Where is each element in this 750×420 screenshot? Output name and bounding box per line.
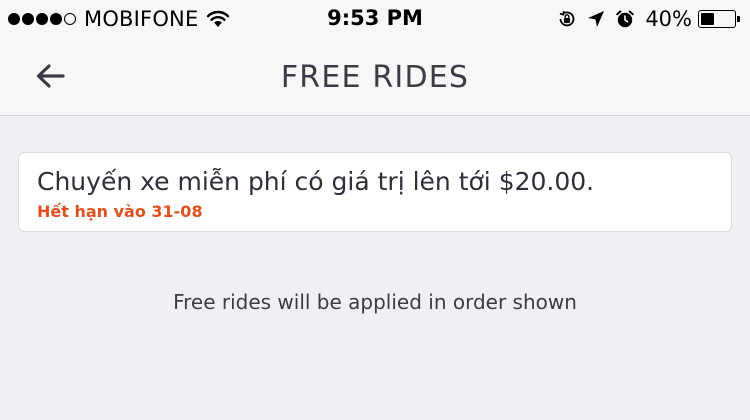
battery-icon	[698, 10, 740, 28]
location-arrow-icon	[588, 11, 605, 27]
alarm-icon	[616, 10, 635, 28]
free-ride-card[interactable]: Chuyến xe miễn phí có giá trị lên tới $2…	[18, 152, 732, 232]
order-note: Free rides will be applied in order show…	[173, 290, 577, 314]
status-bar: MOBIFONE 9:53 PM 40%	[0, 0, 750, 38]
status-right: 40%	[557, 6, 740, 32]
free-ride-expiry: Hết hạn vào 31-08	[37, 202, 203, 221]
page-title: FREE RIDES	[280, 60, 470, 95]
orientation-lock-icon	[559, 11, 575, 27]
free-rides-screen: MOBIFONE 9:53 PM 40% FREE RIDES Chuyến x…	[0, 0, 750, 420]
battery-percent: 40%	[645, 7, 692, 31]
battery-level	[701, 13, 714, 25]
battery-nub	[737, 16, 740, 22]
navigation-bar: FREE RIDES	[0, 38, 750, 116]
free-ride-description: Chuyến xe miễn phí có giá trị lên tới $2…	[37, 167, 595, 196]
